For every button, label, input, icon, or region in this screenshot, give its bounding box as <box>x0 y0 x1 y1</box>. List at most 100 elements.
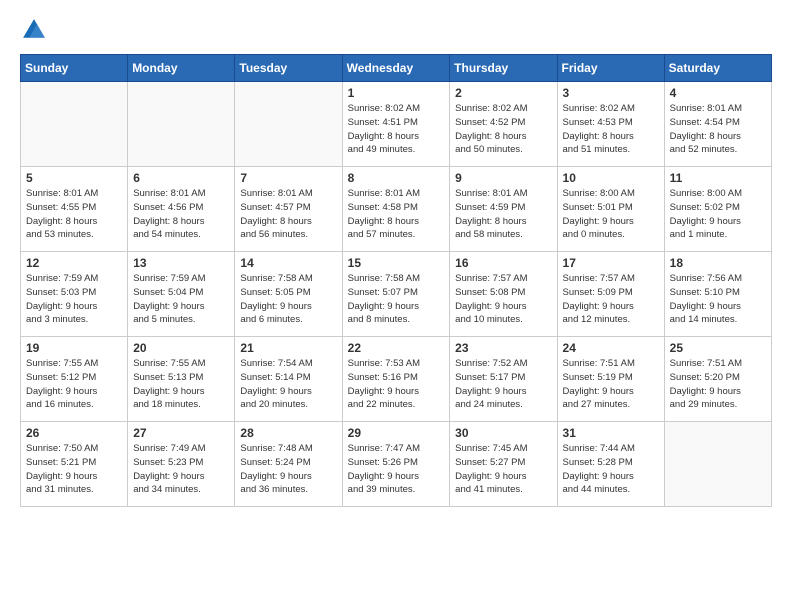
day-number: 8 <box>348 171 445 185</box>
cell-content: Sunrise: 7:59 AM Sunset: 5:04 PM Dayligh… <box>133 272 229 327</box>
day-number: 2 <box>455 86 551 100</box>
calendar-header-monday: Monday <box>128 55 235 82</box>
calendar-cell: 30 Sunrise: 7:45 AM Sunset: 5:27 PM Dayli… <box>450 422 557 507</box>
day-number: 17 <box>563 256 659 270</box>
cell-content: Sunrise: 8:01 AM Sunset: 4:55 PM Dayligh… <box>26 187 122 242</box>
calendar: SundayMondayTuesdayWednesdayThursdayFrid… <box>20 54 772 507</box>
day-number: 28 <box>240 426 336 440</box>
header <box>20 16 772 44</box>
day-number: 9 <box>455 171 551 185</box>
day-number: 11 <box>670 171 766 185</box>
day-number: 12 <box>26 256 122 270</box>
calendar-cell: 28 Sunrise: 7:48 AM Sunset: 5:24 PM Dayli… <box>235 422 342 507</box>
calendar-header-tuesday: Tuesday <box>235 55 342 82</box>
day-number: 24 <box>563 341 659 355</box>
day-number: 23 <box>455 341 551 355</box>
cell-content: Sunrise: 8:02 AM Sunset: 4:53 PM Dayligh… <box>563 102 659 157</box>
calendar-cell: 19Sunrise: 7:55 AM Sunset: 5:12 PM Dayli… <box>21 337 128 422</box>
cell-content: Sunrise: 7:58 AM Sunset: 5:05 PM Dayligh… <box>240 272 336 327</box>
calendar-cell: 13Sunrise: 7:59 AM Sunset: 5:04 PM Dayli… <box>128 252 235 337</box>
day-number: 22 <box>348 341 445 355</box>
calendar-header-row: SundayMondayTuesdayWednesdayThursdayFrid… <box>21 55 772 82</box>
cell-content: Sunrise: 7:45 AM Sunset: 5:27 PM Dayligh… <box>455 442 551 497</box>
calendar-header-friday: Friday <box>557 55 664 82</box>
calendar-cell: 2Sunrise: 8:02 AM Sunset: 4:52 PM Daylig… <box>450 82 557 167</box>
cell-content: Sunrise: 7:51 AM Sunset: 5:19 PM Dayligh… <box>563 357 659 412</box>
calendar-cell: 20Sunrise: 7:55 AM Sunset: 5:13 PM Dayli… <box>128 337 235 422</box>
day-number: 10 <box>563 171 659 185</box>
calendar-cell: 23 Sunrise: 7:52 AM Sunset: 5:17 PM Dayli… <box>450 337 557 422</box>
cell-content: Sunrise: 7:48 AM Sunset: 5:24 PM Dayligh… <box>240 442 336 497</box>
calendar-cell: 26 Sunrise: 7:50 AM Sunset: 5:21 PM Dayli… <box>21 422 128 507</box>
calendar-cell: 9 Sunrise: 8:01 AM Sunset: 4:59 PM Daylig… <box>450 167 557 252</box>
cell-content: Sunrise: 7:51 AM Sunset: 5:20 PM Dayligh… <box>670 357 766 412</box>
calendar-header-wednesday: Wednesday <box>342 55 450 82</box>
cell-content: Sunrise: 8:01 AM Sunset: 4:57 PM Dayligh… <box>240 187 336 242</box>
day-number: 4 <box>670 86 766 100</box>
calendar-cell: 17 Sunrise: 7:57 AM Sunset: 5:09 PM Dayli… <box>557 252 664 337</box>
cell-content: Sunrise: 8:02 AM Sunset: 4:51 PM Dayligh… <box>348 102 445 157</box>
cell-content: Sunrise: 8:01 AM Sunset: 4:54 PM Dayligh… <box>670 102 766 157</box>
calendar-cell: 16 Sunrise: 7:57 AM Sunset: 5:08 PM Dayli… <box>450 252 557 337</box>
day-number: 21 <box>240 341 336 355</box>
cell-content: Sunrise: 7:50 AM Sunset: 5:21 PM Dayligh… <box>26 442 122 497</box>
calendar-cell: 7 Sunrise: 8:01 AM Sunset: 4:57 PM Daylig… <box>235 167 342 252</box>
calendar-cell: 8 Sunrise: 8:01 AM Sunset: 4:58 PM Daylig… <box>342 167 450 252</box>
logo <box>20 16 52 44</box>
cell-content: Sunrise: 8:01 AM Sunset: 4:59 PM Dayligh… <box>455 187 551 242</box>
cell-content: Sunrise: 7:58 AM Sunset: 5:07 PM Dayligh… <box>348 272 445 327</box>
calendar-cell: 12 Sunrise: 7:59 AM Sunset: 5:03 PM Dayli… <box>21 252 128 337</box>
cell-content: Sunrise: 7:57 AM Sunset: 5:09 PM Dayligh… <box>563 272 659 327</box>
day-number: 25 <box>670 341 766 355</box>
cell-content: Sunrise: 8:00 AM Sunset: 5:01 PM Dayligh… <box>563 187 659 242</box>
day-number: 7 <box>240 171 336 185</box>
calendar-header-saturday: Saturday <box>664 55 771 82</box>
calendar-week-5: 26 Sunrise: 7:50 AM Sunset: 5:21 PM Dayli… <box>21 422 772 507</box>
cell-content: Sunrise: 7:44 AM Sunset: 5:28 PM Dayligh… <box>563 442 659 497</box>
day-number: 15 <box>348 256 445 270</box>
day-number: 27 <box>133 426 229 440</box>
cell-content: Sunrise: 7:56 AM Sunset: 5:10 PM Dayligh… <box>670 272 766 327</box>
calendar-cell: 24 Sunrise: 7:51 AM Sunset: 5:19 PM Dayli… <box>557 337 664 422</box>
day-number: 30 <box>455 426 551 440</box>
cell-content: Sunrise: 7:53 AM Sunset: 5:16 PM Dayligh… <box>348 357 445 412</box>
calendar-cell: 3Sunrise: 8:02 AM Sunset: 4:53 PM Daylig… <box>557 82 664 167</box>
calendar-cell: 29Sunrise: 7:47 AM Sunset: 5:26 PM Dayli… <box>342 422 450 507</box>
calendar-cell: 27Sunrise: 7:49 AM Sunset: 5:23 PM Dayli… <box>128 422 235 507</box>
calendar-week-1: 1 Sunrise: 8:02 AM Sunset: 4:51 PM Daylig… <box>21 82 772 167</box>
calendar-week-2: 5Sunrise: 8:01 AM Sunset: 4:55 PM Daylig… <box>21 167 772 252</box>
calendar-cell: 22 Sunrise: 7:53 AM Sunset: 5:16 PM Dayli… <box>342 337 450 422</box>
cell-content: Sunrise: 7:47 AM Sunset: 5:26 PM Dayligh… <box>348 442 445 497</box>
calendar-cell: 10 Sunrise: 8:00 AM Sunset: 5:01 PM Dayli… <box>557 167 664 252</box>
calendar-cell <box>235 82 342 167</box>
cell-content: Sunrise: 8:01 AM Sunset: 4:58 PM Dayligh… <box>348 187 445 242</box>
calendar-cell: 21 Sunrise: 7:54 AM Sunset: 5:14 PM Dayli… <box>235 337 342 422</box>
calendar-cell: 15 Sunrise: 7:58 AM Sunset: 5:07 PM Dayli… <box>342 252 450 337</box>
cell-content: Sunrise: 7:57 AM Sunset: 5:08 PM Dayligh… <box>455 272 551 327</box>
calendar-cell: 4 Sunrise: 8:01 AM Sunset: 4:54 PM Daylig… <box>664 82 771 167</box>
page: SundayMondayTuesdayWednesdayThursdayFrid… <box>0 0 792 523</box>
calendar-cell: 31 Sunrise: 7:44 AM Sunset: 5:28 PM Dayli… <box>557 422 664 507</box>
day-number: 16 <box>455 256 551 270</box>
day-number: 1 <box>348 86 445 100</box>
day-number: 18 <box>670 256 766 270</box>
calendar-cell <box>128 82 235 167</box>
cell-content: Sunrise: 8:00 AM Sunset: 5:02 PM Dayligh… <box>670 187 766 242</box>
cell-content: Sunrise: 7:54 AM Sunset: 5:14 PM Dayligh… <box>240 357 336 412</box>
calendar-cell <box>21 82 128 167</box>
day-number: 6 <box>133 171 229 185</box>
day-number: 20 <box>133 341 229 355</box>
day-number: 14 <box>240 256 336 270</box>
logo-icon <box>20 16 48 44</box>
day-number: 26 <box>26 426 122 440</box>
calendar-week-4: 19Sunrise: 7:55 AM Sunset: 5:12 PM Dayli… <box>21 337 772 422</box>
calendar-week-3: 12 Sunrise: 7:59 AM Sunset: 5:03 PM Dayli… <box>21 252 772 337</box>
calendar-cell: 11 Sunrise: 8:00 AM Sunset: 5:02 PM Dayli… <box>664 167 771 252</box>
day-number: 31 <box>563 426 659 440</box>
calendar-cell: 18 Sunrise: 7:56 AM Sunset: 5:10 PM Dayli… <box>664 252 771 337</box>
calendar-header-thursday: Thursday <box>450 55 557 82</box>
cell-content: Sunrise: 7:59 AM Sunset: 5:03 PM Dayligh… <box>26 272 122 327</box>
calendar-header-sunday: Sunday <box>21 55 128 82</box>
cell-content: Sunrise: 7:52 AM Sunset: 5:17 PM Dayligh… <box>455 357 551 412</box>
cell-content: Sunrise: 7:55 AM Sunset: 5:12 PM Dayligh… <box>26 357 122 412</box>
